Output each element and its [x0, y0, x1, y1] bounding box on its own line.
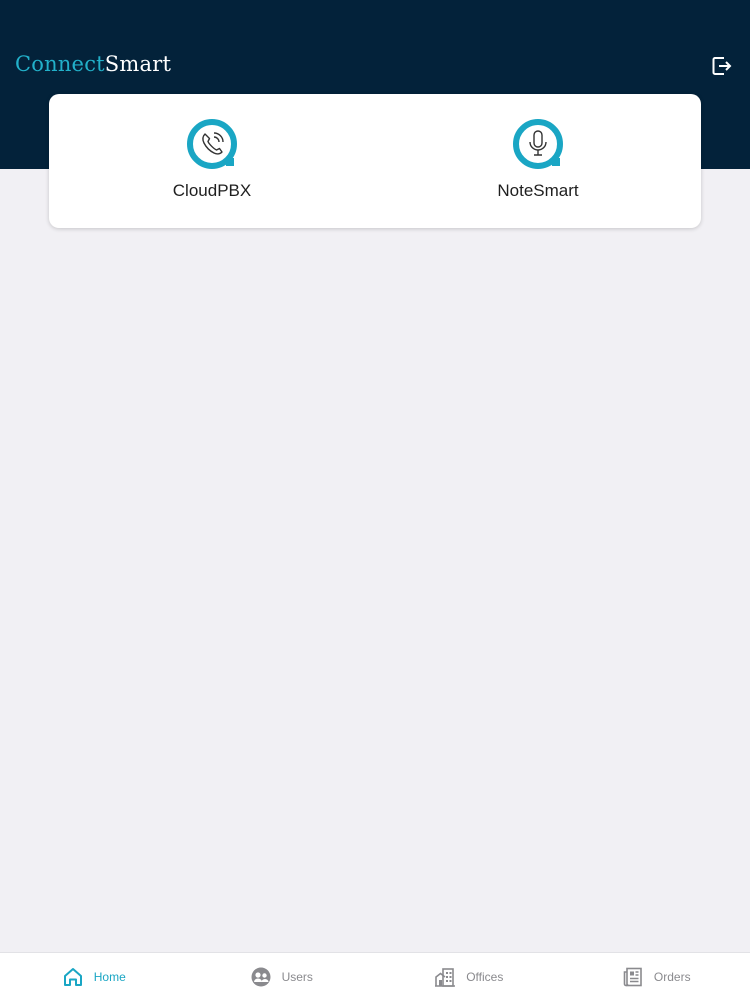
- logout-button[interactable]: [710, 54, 734, 78]
- logo-text-smart: Smart: [104, 52, 172, 76]
- app-tile-cloudpbx[interactable]: CloudPBX: [49, 94, 375, 228]
- app-tile-notesmart[interactable]: NoteSmart: [375, 94, 701, 228]
- orders-icon: [623, 967, 642, 986]
- logo-text-connect: Connect: [15, 52, 105, 76]
- tab-orders[interactable]: Orders: [563, 953, 750, 1000]
- tab-label-offices: Offices: [466, 969, 504, 984]
- apps-card: CloudPBX NoteSmart: [49, 94, 701, 228]
- building-icon: [435, 967, 456, 987]
- tab-label-users: Users: [281, 969, 313, 984]
- microphone-icon: [513, 119, 563, 169]
- tab-users[interactable]: Users: [188, 953, 376, 1000]
- logout-icon: [712, 57, 732, 75]
- users-icon: [251, 967, 271, 986]
- tab-label-orders: Orders: [653, 969, 691, 984]
- tab-home[interactable]: Home: [0, 953, 188, 1000]
- app-label-cloudpbx: CloudPBX: [172, 181, 252, 200]
- connectsmart-logo: Connect Smart: [15, 52, 171, 80]
- bottom-tab-bar: Home Users Offices Orders: [0, 952, 750, 1000]
- home-icon: [63, 967, 82, 986]
- tab-label-home: Home: [93, 969, 126, 984]
- tab-offices[interactable]: Offices: [375, 953, 563, 1000]
- app-label-notesmart: NoteSmart: [497, 181, 579, 200]
- phone-icon: [187, 119, 237, 169]
